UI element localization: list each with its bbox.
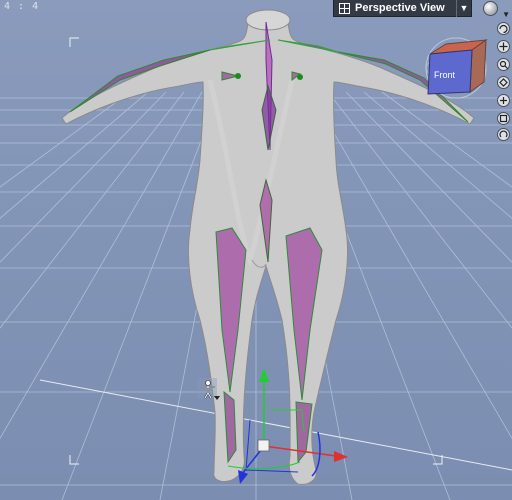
ground-horizon-line [39, 379, 512, 471]
character-figure[interactable] [61, 9, 475, 485]
view-cube[interactable]: Front [425, 37, 488, 99]
sphere-render-icon[interactable] [483, 1, 498, 16]
frame-icon[interactable] [497, 112, 510, 125]
pose-cursor-icon [197, 378, 220, 400]
render-menu-arrow-icon[interactable]: ▼ [502, 10, 510, 19]
grid-view-icon [337, 0, 351, 17]
aspect-ratio-label: 4 : 4 [4, 1, 40, 12]
orbit-icon[interactable] [497, 22, 510, 35]
view-mode-label: Perspective View [355, 2, 445, 14]
zoom-icon[interactable] [497, 94, 510, 107]
pan-icon[interactable] [497, 40, 510, 53]
dropdown-arrow-icon[interactable]: ▼ [456, 0, 471, 17]
view-cube-front-label: Front [434, 70, 456, 80]
scene-canvas[interactable]: Front [0, 0, 512, 500]
3d-viewport[interactable]: Front 4 : 4 Perspective View ▼ ▼ [0, 0, 512, 500]
view-mode-dropdown[interactable]: Perspective View ▼ [333, 0, 472, 17]
rotate-icon[interactable] [497, 128, 510, 141]
zoom-icon[interactable] [497, 58, 510, 71]
orbit-icon[interactable] [497, 76, 510, 89]
